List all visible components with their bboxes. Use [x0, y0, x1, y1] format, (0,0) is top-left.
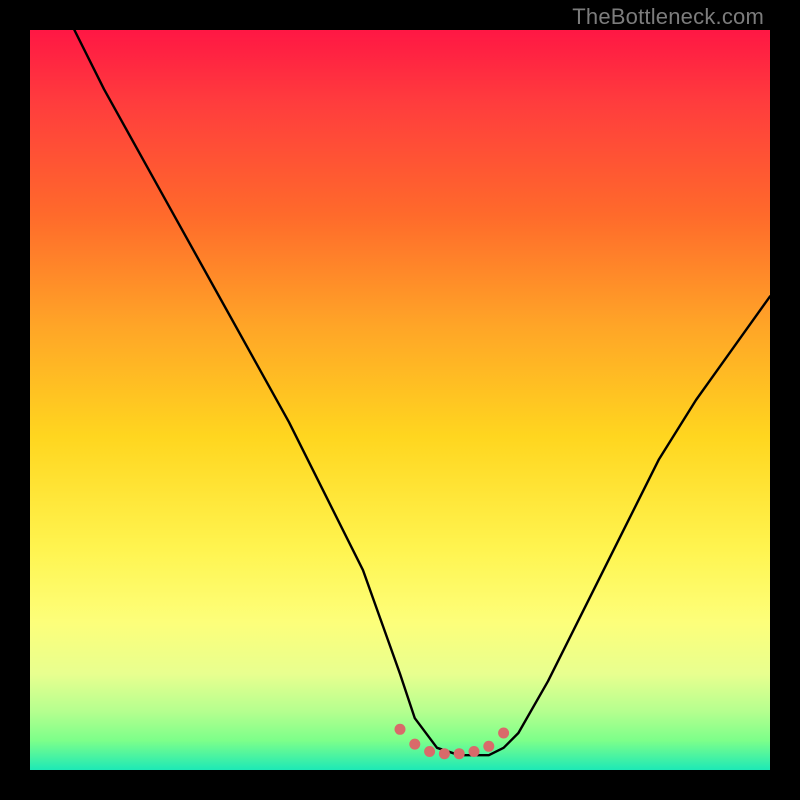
watermark-label: TheBottleneck.com [572, 4, 764, 30]
chart-border [0, 0, 800, 800]
